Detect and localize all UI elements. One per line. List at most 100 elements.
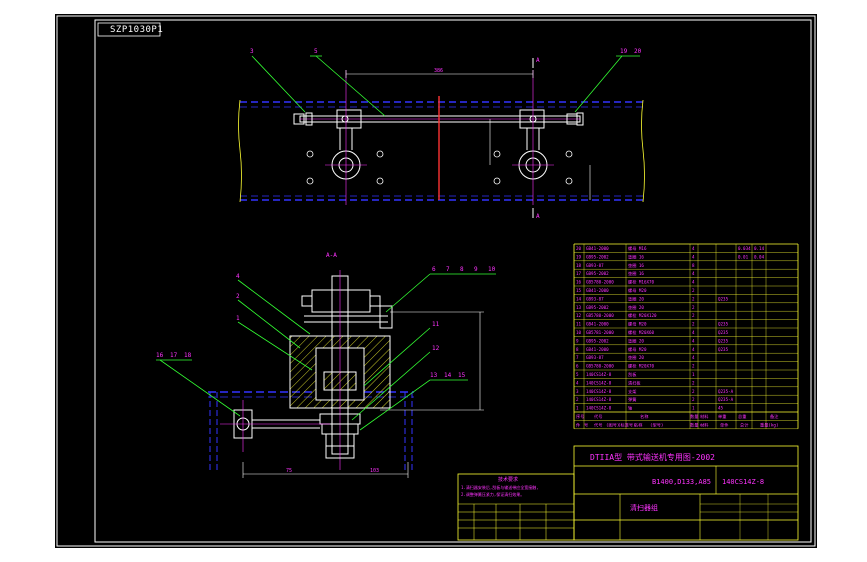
parts-header-cell: 单重 [718, 413, 726, 420]
parts-row-number: 20 [576, 246, 582, 251]
parts-row-code: GB41-2000 [586, 246, 609, 251]
section-title: A-A [326, 252, 337, 259]
callout-label: 13 [430, 372, 438, 379]
notes-title: 技术要求 [498, 476, 518, 483]
callout-label: 12 [432, 345, 440, 352]
dimension-text: 75 [286, 468, 292, 474]
parts-row-qty: 2 [692, 322, 695, 327]
parts-row-code: GB93-87 [586, 355, 604, 360]
parts-row-name: 垫圈 20 [628, 295, 644, 302]
parts-header-cell: 材料 [700, 413, 709, 420]
parts-row-code: GB95-2002 [586, 305, 609, 310]
parts-row-material: Q235 [718, 296, 729, 301]
callout-label: 16 [156, 352, 164, 359]
parts-row-unit-weight: 0.034 [738, 246, 751, 251]
callout-label: 2 [236, 293, 240, 300]
callout-label: 20 [634, 48, 642, 55]
parts-row-code: 140CS14Z-8 [586, 406, 612, 411]
cad-viewport: SZP1030P1 3 5 19 20 386 A A A-A 4 2 1 6 … [0, 0, 867, 562]
parts-row-name: 螺栓 M20X120 [628, 312, 657, 319]
callout-label: 4 [236, 273, 240, 280]
parts-row-number: 4 [576, 380, 579, 385]
notes-line: 1.清扫器安装后,刮板与输送带应全宽接触, [461, 484, 539, 490]
parts-row-name: 垫圈 16 [628, 253, 644, 260]
parts-row-name: 螺栓 M16X70 [628, 279, 655, 286]
callout-label: 11 [432, 321, 440, 328]
parts-row-number: 17 [576, 271, 582, 276]
parts-row-code: GB5780-2000 [586, 280, 614, 285]
parts-row-code: GB41-2000 [586, 322, 609, 327]
parts-header-cell: 总重 [738, 413, 746, 419]
parts-row-material: Q235 [718, 338, 729, 343]
callout-label: 5 [314, 48, 318, 55]
parts-row-material: Q235 [718, 322, 729, 327]
parts-list: 20 GB41-2000 螺母 M16 4 0.034 0.1419 GB95-2002 垫圈… [573, 243, 799, 429]
outer-frame [56, 15, 816, 547]
parts-row-code: GB93-87 [586, 263, 604, 268]
parts-row-number: 8 [576, 347, 579, 352]
parts-row-code: GB5780-2000 [586, 364, 614, 369]
callout-label: 10 [488, 266, 496, 273]
parts-row-qty: 4 [692, 355, 695, 360]
parts-row-qty: 4 [692, 330, 695, 335]
parts-row-number: 9 [576, 338, 579, 343]
parts-row-qty: 2 [692, 397, 695, 402]
parts-row-material: Q235-A [718, 397, 734, 402]
parts-row-number: 12 [576, 313, 582, 318]
callout-label: 7 [446, 266, 450, 273]
parts-row-code: GB5780-2000 [586, 313, 614, 318]
parts-row-qty: 2 [692, 296, 695, 301]
section-mark: A [536, 57, 540, 64]
project-title: DTIIA型 带式输送机专用图-2002 [590, 452, 715, 462]
parts-row-number: 3 [576, 389, 579, 394]
parts-footer-cell: 总计 [740, 421, 748, 428]
parts-row-code: GB95-2002 [586, 338, 609, 343]
parts-row-material: 45 [718, 406, 724, 411]
callout-label: 15 [458, 372, 466, 379]
callout-label: 19 [620, 48, 628, 55]
callout-label: 8 [460, 266, 464, 273]
parts-header-cell: 备注 [770, 413, 779, 420]
parts-header-cell: 序号 [576, 413, 584, 420]
parts-row-name: 螺栓 M20X60 [628, 329, 655, 336]
parts-row-code: 140CS14Z-8 [586, 397, 612, 402]
parts-row-code: GB41-2000 [586, 347, 609, 352]
parts-row-qty: 4 [692, 254, 695, 259]
parts-row-material: Q235 [718, 347, 729, 352]
parts-row-qty: 1 [692, 406, 695, 411]
parts-footer-cell: (型号) [650, 421, 663, 428]
parts-row-number: 13 [576, 305, 582, 310]
parts-row-qty: 2 [692, 389, 695, 394]
parts-row-number: 14 [576, 296, 582, 301]
parts-row-name: 螺母 M16 [628, 245, 647, 252]
parts-row-total-weight: 0.14 [754, 246, 765, 251]
parts-row-qty: 8 [692, 263, 695, 268]
callout-label: 3 [250, 48, 254, 55]
parts-row-number: 2 [576, 397, 579, 402]
parts-row-qty: 2 [692, 380, 695, 385]
parts-row-name: 垫圈 20 [628, 337, 644, 344]
callout-label: 17 [170, 352, 178, 359]
drawing-name: 清扫器组 [630, 503, 658, 512]
technical-notes [457, 473, 575, 541]
parts-row-name: 轴 [628, 405, 632, 412]
parts-footer-cell: (标准号) [618, 421, 636, 428]
parts-row-number: 18 [576, 263, 582, 268]
top-view [238, 55, 645, 218]
parts-row-number: 10 [576, 330, 582, 335]
parts-row-code: GB41-2000 [586, 288, 609, 293]
parts-row-name: 螺母 M20 [628, 321, 647, 328]
parts-header-cell: 代号 [594, 413, 602, 420]
parts-row-name: 螺母 M20 [628, 287, 647, 294]
parts-footer-cell: 件 [576, 421, 580, 428]
parts-row-number: 15 [576, 288, 582, 293]
parts-row-code: 140CS14Z-8 [586, 380, 612, 385]
callout-label: 14 [444, 372, 452, 379]
parts-row-name: 垫圈 20 [628, 304, 644, 311]
parts-row-number: 19 [576, 254, 582, 259]
parts-row-number: 16 [576, 280, 582, 285]
parts-footer-cell: 数量 [690, 421, 698, 428]
parts-row-number: 1 [576, 406, 579, 411]
parts-row-qty: 4 [692, 338, 695, 343]
inner-frame [94, 19, 812, 543]
